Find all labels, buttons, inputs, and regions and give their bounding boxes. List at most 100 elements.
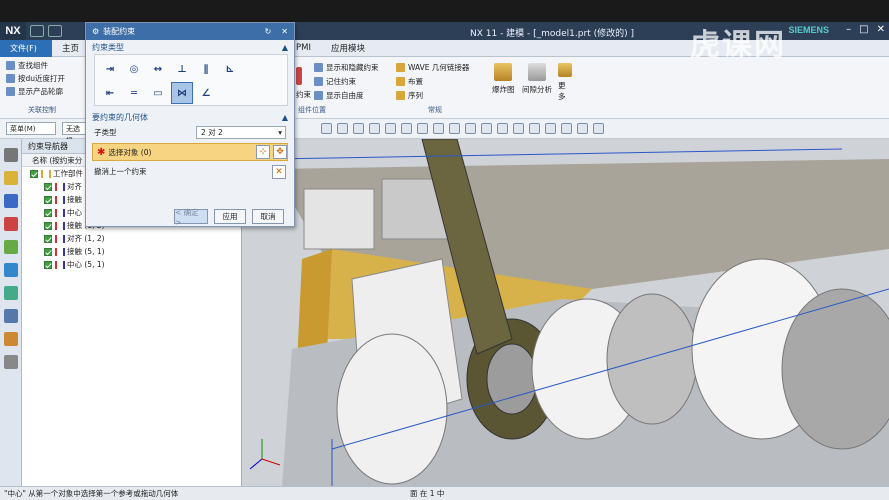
- cancel-button[interactable]: 取消: [252, 209, 284, 224]
- checkbox-icon[interactable]: [44, 208, 52, 217]
- proximity-icon: [6, 74, 15, 83]
- line-icon[interactable]: [481, 123, 492, 134]
- show-outline-button[interactable]: 显示产品轮廓: [0, 85, 88, 98]
- layer-icon[interactable]: [577, 123, 588, 134]
- shade-icon[interactable]: [561, 123, 572, 134]
- remember-icon: [314, 77, 323, 86]
- dialog-titlebar[interactable]: ⚙ 装配约束 ↻ ✕: [86, 23, 294, 40]
- select-object-row[interactable]: ✱ 选择对象 (0) ⊹ ✥: [92, 143, 288, 161]
- reset-icon[interactable]: ↻: [265, 27, 272, 36]
- exploded-view-button[interactable]: 爆炸图: [492, 63, 515, 95]
- close-icon[interactable]: ✕: [877, 24, 885, 35]
- ok-button[interactable]: < 确定 >: [174, 208, 208, 227]
- plus-icon[interactable]: [465, 123, 476, 134]
- circle-icon[interactable]: [449, 123, 460, 134]
- graphics-viewport[interactable]: [242, 139, 889, 486]
- open-by-proximity-button[interactable]: 按du近度打开: [0, 72, 88, 85]
- rotate-icon[interactable]: [545, 123, 556, 134]
- tree-row-label: 中心 (5, 1): [67, 260, 105, 269]
- tree-row[interactable]: 接触 (5, 1): [22, 245, 241, 258]
- menu-file[interactable]: 文件(F): [0, 39, 52, 57]
- menu-dropdown[interactable]: 菜单(M): [6, 122, 56, 135]
- checkbox-icon[interactable]: [44, 221, 52, 230]
- touch-align-icon[interactable]: ⇥: [99, 58, 121, 80]
- show-hide-icon: [314, 63, 323, 72]
- tree-row[interactable]: 对齐 (1, 2): [22, 232, 241, 245]
- bond-icon[interactable]: ═: [123, 82, 145, 104]
- midpoint-icon[interactable]: [385, 123, 396, 134]
- maximize-icon[interactable]: □: [859, 24, 868, 35]
- reuse-library-icon[interactable]: [3, 240, 18, 254]
- arc-icon[interactable]: [433, 123, 444, 134]
- checkbox-icon[interactable]: [44, 234, 52, 243]
- cube-icon[interactable]: [593, 123, 604, 134]
- settings-icon[interactable]: [3, 148, 18, 162]
- more-button[interactable]: 更多: [558, 63, 572, 102]
- fit-icon[interactable]: ⇤: [99, 82, 121, 104]
- status-selection: 面 在 1 中: [410, 489, 445, 498]
- status-bar: "中心" 从第一个对象中选择第一个参考或拖动几何体 面 在 1 中: [0, 486, 889, 500]
- checkbox-icon[interactable]: [44, 247, 52, 256]
- section-geometry[interactable]: 要约束的几何体 ▲: [86, 110, 294, 124]
- parallel-icon[interactable]: ∥: [195, 58, 217, 80]
- snap-point-icon[interactable]: [353, 123, 364, 134]
- show-hide-constraint-button[interactable]: 显示和隐藏约束: [314, 62, 379, 73]
- collapse-icon[interactable]: ▲: [282, 43, 288, 52]
- view-icon[interactable]: [513, 123, 524, 134]
- tree-row[interactable]: 中心 (5, 1): [22, 258, 241, 271]
- point-icon[interactable]: [497, 123, 508, 134]
- box-select-icon[interactable]: [337, 123, 348, 134]
- endpoint-icon[interactable]: [369, 123, 380, 134]
- tree-row-label: 工作部件: [53, 169, 83, 178]
- clearance-analysis-button[interactable]: 间隙分析: [522, 63, 552, 95]
- show-dof-button[interactable]: 显示自由度: [314, 90, 364, 101]
- concentric-icon[interactable]: ◎: [123, 58, 145, 80]
- undo-icon[interactable]: [48, 25, 62, 37]
- save-icon[interactable]: [30, 25, 44, 37]
- web-icon[interactable]: [3, 263, 18, 277]
- sequence-button[interactable]: 序列: [396, 90, 423, 101]
- arrangement-button[interactable]: 布置: [396, 76, 423, 87]
- part-navigator-icon[interactable]: [3, 217, 18, 231]
- tree-row-label: 对齐: [67, 182, 82, 191]
- align-lock-icon[interactable]: ▭: [147, 82, 169, 104]
- assembly-navigator-icon[interactable]: [3, 171, 18, 185]
- undo-constraint-icon[interactable]: ✕: [272, 164, 286, 179]
- minimize-icon[interactable]: –: [846, 24, 851, 35]
- dialog-close-icon[interactable]: ✕: [281, 27, 288, 36]
- role-icon[interactable]: [3, 355, 18, 369]
- center-icon[interactable]: [401, 123, 412, 134]
- fit-icon[interactable]: [529, 123, 540, 134]
- perpendicular-icon[interactable]: ⊾: [219, 58, 241, 80]
- constraint-navigator-icon[interactable]: [3, 194, 18, 208]
- distance-icon[interactable]: ↔: [147, 58, 169, 80]
- apply-button[interactable]: 应用: [214, 209, 246, 224]
- constraint-label: 约束: [296, 90, 311, 99]
- wave-linker-button[interactable]: WAVE 几何链接器: [396, 62, 469, 73]
- crosshair-icon[interactable]: ✥: [273, 145, 287, 159]
- intersection-icon[interactable]: [417, 123, 428, 134]
- angle-icon[interactable]: ∠: [195, 82, 217, 104]
- undo-last-label: 撤消上一个约束: [94, 167, 147, 176]
- remember-constraint-button[interactable]: 记住约束: [314, 76, 356, 87]
- checkbox-icon[interactable]: [44, 260, 52, 269]
- constraint-button[interactable]: [296, 67, 302, 85]
- menu-home[interactable]: 主页: [52, 42, 89, 54]
- collapse-geometry-icon[interactable]: ▲: [282, 113, 288, 122]
- menu-application[interactable]: 应用模块: [321, 42, 375, 54]
- fix-icon[interactable]: ⊥: [171, 58, 193, 80]
- checkbox-icon[interactable]: [44, 195, 52, 204]
- wave-icon: [396, 63, 405, 72]
- checkbox-icon[interactable]: [44, 182, 52, 191]
- find-component-button[interactable]: 查找组件: [0, 59, 88, 72]
- filter-dropdown[interactable]: 无选择: [62, 122, 86, 145]
- section-constraint-type[interactable]: 约束类型 ▲: [86, 40, 294, 54]
- history-icon[interactable]: [3, 286, 18, 300]
- select-icon[interactable]: [321, 123, 332, 134]
- center-constraint-icon[interactable]: ⋈: [171, 82, 193, 104]
- clock-icon[interactable]: [3, 309, 18, 323]
- palette-icon[interactable]: [3, 332, 18, 346]
- subtype-select[interactable]: 2 对 2: [196, 126, 286, 139]
- select-filter-icon[interactable]: ⊹: [256, 145, 270, 159]
- checkbox-icon[interactable]: [30, 169, 38, 178]
